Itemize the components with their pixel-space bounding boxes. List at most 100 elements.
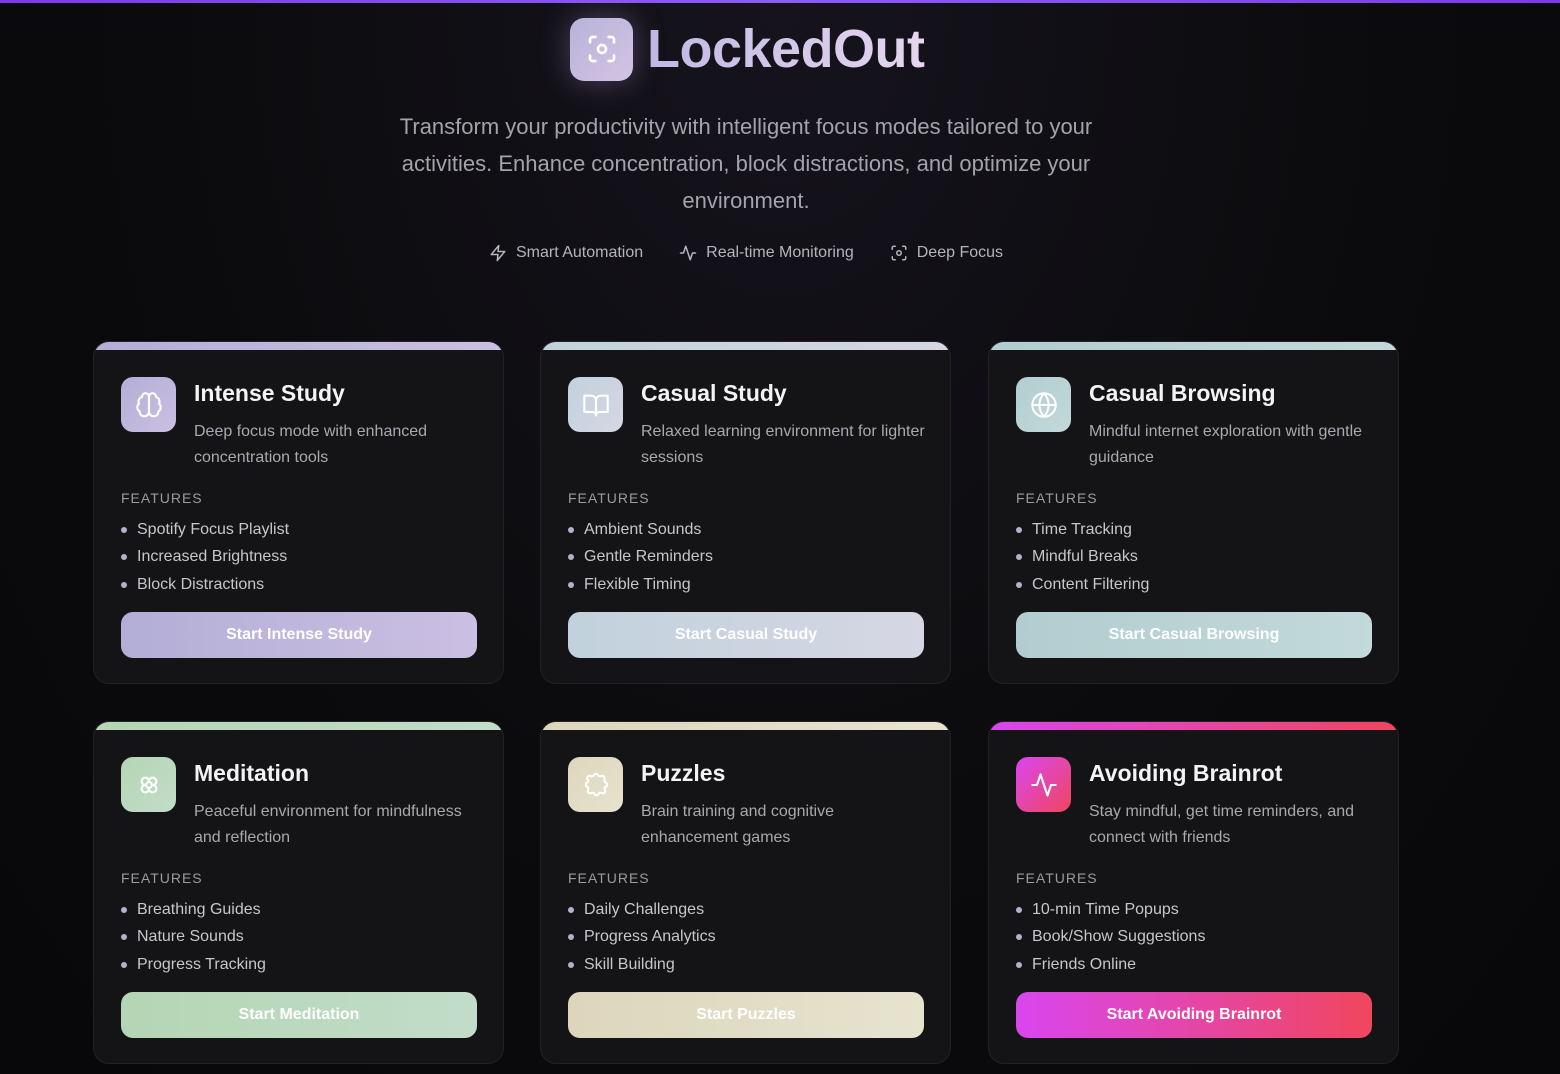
- chip-smart-automation: Smart Automation: [489, 244, 643, 262]
- feature-list: Ambient Sounds Gentle Reminders Flexible…: [568, 516, 713, 599]
- list-item: Spotify Focus Playlist: [121, 516, 289, 544]
- feature-list: Daily Challenges Progress Analytics Skil…: [568, 896, 716, 979]
- features-label: FEATURES: [1016, 490, 1098, 506]
- puzzle-icon: [584, 772, 608, 796]
- bullet: [568, 934, 574, 941]
- book-icon: [582, 394, 609, 417]
- feature-chips: Smart Automation Real-time Monitoring De…: [0, 244, 1492, 262]
- focus-icon: [588, 35, 615, 63]
- list-item: Daily Challenges: [568, 896, 716, 924]
- features-label: FEATURES: [121, 870, 203, 886]
- feature-text: Block Distractions: [137, 575, 265, 593]
- list-item: Ambient Sounds: [568, 516, 713, 544]
- list-item: Mindful Breaks: [1016, 544, 1149, 572]
- card-title: Intense Study: [194, 380, 345, 406]
- chip-label: Real-time Monitoring: [706, 244, 854, 261]
- feature-text: Book/Show Suggestions: [1032, 928, 1206, 946]
- focus-icon: [891, 245, 907, 261]
- features-label: FEATURES: [121, 490, 203, 506]
- list-item: Gentle Reminders: [568, 544, 713, 572]
- card-icon-box: [568, 377, 623, 432]
- card-icon-box: [121, 757, 176, 812]
- mode-card-casual-study: Casual Study Relaxed learning environmen…: [540, 341, 951, 684]
- card-accent-bar: [94, 342, 503, 350]
- mode-card-puzzles: Puzzles Brain training and cognitive enh…: [540, 721, 951, 1064]
- app-subtitle: Transform your productivity with intelli…: [399, 114, 1093, 213]
- bullet: [1016, 961, 1022, 968]
- card-accent-bar: [541, 342, 950, 350]
- bullet: [121, 581, 127, 588]
- card-description: Stay mindful, get time reminders, and co…: [1089, 803, 1355, 846]
- feature-text: Mindful Breaks: [1032, 548, 1138, 566]
- list-item: Book/Show Suggestions: [1016, 924, 1205, 952]
- feature-text: Daily Challenges: [584, 900, 705, 918]
- card-icon-box: [121, 377, 176, 432]
- list-item: Progress Tracking: [121, 951, 266, 979]
- feature-text: Spotify Focus Playlist: [137, 520, 290, 538]
- card-description: Brain training and cognitive enhancement…: [641, 803, 835, 846]
- card-title: Casual Browsing: [1089, 380, 1276, 406]
- bullet: [568, 961, 574, 968]
- card-icon-box: [1016, 757, 1071, 812]
- card-title: Puzzles: [641, 760, 726, 786]
- bullet: [1016, 526, 1022, 533]
- feature-text: Gentle Reminders: [584, 548, 713, 566]
- card-accent-bar: [989, 722, 1398, 730]
- features-label: FEATURES: [1016, 870, 1098, 886]
- card-accent-bar: [94, 722, 503, 730]
- chip-deep-focus: Deep Focus: [890, 244, 1003, 262]
- start-casual-study-button[interactable]: Start Casual Study: [568, 612, 924, 658]
- list-item: Time Tracking: [1016, 516, 1149, 544]
- card-description: Relaxed learning environment for lighter…: [641, 423, 925, 466]
- app-title: LockedOut: [647, 19, 925, 79]
- list-item: 10-min Time Popups: [1016, 896, 1205, 924]
- card-description: Deep focus mode with enhanced concentrat…: [194, 423, 428, 466]
- card-title: Meditation: [194, 760, 309, 786]
- mode-card-casual-browsing: Casual Browsing Mindful internet explora…: [988, 341, 1399, 684]
- bullet: [1016, 906, 1022, 913]
- feature-text: Friends Online: [1032, 955, 1137, 973]
- brand-header: LockedOut: [570, 17, 925, 81]
- card-icon-box: [568, 757, 623, 812]
- top-accent-bar: [0, 0, 1560, 3]
- pulse-icon: [1030, 772, 1057, 797]
- flower-icon: [140, 776, 157, 793]
- card-title: Avoiding Brainrot: [1089, 760, 1283, 786]
- mode-card-avoiding-brainrot: Avoiding Brainrot Stay mindful, get time…: [988, 721, 1399, 1064]
- start-intense-study-button[interactable]: Start Intense Study: [121, 612, 477, 658]
- feature-list: Time Tracking Mindful Breaks Content Fil…: [1016, 516, 1149, 599]
- globe-icon: [1030, 391, 1057, 418]
- start-avoiding-brainrot-button[interactable]: Start Avoiding Brainrot: [1016, 992, 1372, 1038]
- list-item: Breathing Guides: [121, 896, 266, 924]
- feature-text: Ambient Sounds: [584, 520, 702, 538]
- feature-text: Progress Tracking: [137, 955, 266, 973]
- bullet: [1016, 581, 1022, 588]
- bullet: [568, 906, 574, 913]
- feature-text: 10-min Time Popups: [1032, 900, 1179, 918]
- bullet: [121, 526, 127, 533]
- feature-text: Breathing Guides: [137, 900, 261, 918]
- feature-text: Progress Analytics: [584, 928, 716, 946]
- bullet: [1016, 554, 1022, 561]
- card-icon-box: [1016, 377, 1071, 432]
- card-accent-bar: [541, 722, 950, 730]
- bullet: [121, 934, 127, 941]
- feature-list: Breathing Guides Nature Sounds Progress …: [121, 896, 266, 979]
- mode-card-intense-study: Intense Study Deep focus mode with enhan…: [93, 341, 504, 684]
- features-label: FEATURES: [568, 490, 650, 506]
- start-meditation-button[interactable]: Start Meditation: [121, 992, 477, 1038]
- list-item: Increased Brightness: [121, 544, 289, 572]
- lightning-icon: [490, 244, 506, 262]
- start-puzzles-button[interactable]: Start Puzzles: [568, 992, 924, 1038]
- bullet: [121, 961, 127, 968]
- feature-text: Skill Building: [584, 955, 675, 973]
- card-accent-bar: [989, 342, 1398, 350]
- brain-icon: [135, 391, 162, 417]
- card-description: Mindful internet exploration with gentle…: [1089, 423, 1363, 466]
- start-casual-browsing-button[interactable]: Start Casual Browsing: [1016, 612, 1372, 658]
- bullet: [1016, 934, 1022, 941]
- bullet: [568, 581, 574, 588]
- features-label: FEATURES: [568, 870, 650, 886]
- bullet: [121, 554, 127, 561]
- feature-text: Increased Brightness: [137, 548, 288, 566]
